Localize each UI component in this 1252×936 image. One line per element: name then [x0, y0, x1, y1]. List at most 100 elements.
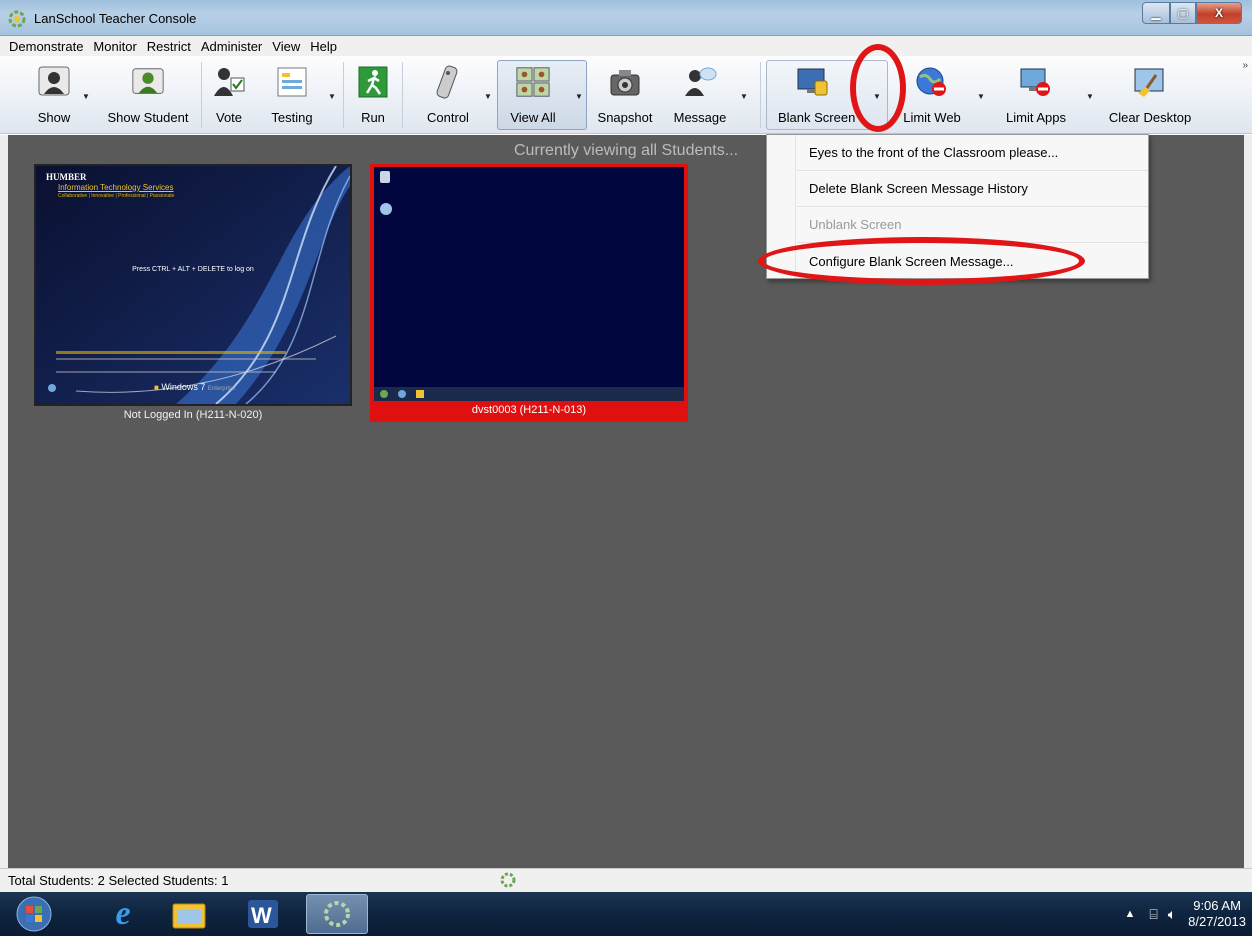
org-name: HUMBER [46, 172, 87, 182]
camera-icon [607, 62, 643, 102]
status-text: Total Students: 2 Selected Students: 1 [8, 873, 229, 888]
clear-desktop-broom-icon [1132, 62, 1168, 102]
snapshot-label: Snapshot [597, 110, 653, 125]
status-bar: Total Students: 2 Selected Students: 1 [0, 868, 1252, 892]
testing-dropdown-arrow[interactable]: ▼ [328, 92, 336, 101]
control-dropdown-arrow[interactable]: ▼ [484, 92, 492, 101]
vote-label: Vote [215, 110, 243, 125]
student-taskbar [374, 387, 684, 401]
blank-screen-icon [795, 62, 831, 102]
blank-screen-button[interactable]: Blank Screen [772, 58, 856, 130]
message-icon [682, 62, 718, 102]
taskbar-lanschool[interactable] [306, 894, 368, 934]
testing-icon [274, 62, 310, 102]
show-hidden-icons-arrow[interactable]: ▲ [1124, 908, 1135, 920]
limit-web-label: Limit Web [903, 110, 961, 125]
vote-icon [211, 62, 247, 102]
show-label: Show [37, 110, 71, 125]
message-button[interactable]: Message [671, 58, 729, 130]
blank-screen-label: Blank Screen [778, 110, 856, 125]
toolbar: Show ▼ Show Student Vote Testing ▼ Run C… [0, 56, 1252, 134]
show-student-icon [130, 62, 166, 102]
lanschool-app-icon [8, 10, 26, 28]
start-button[interactable] [4, 894, 64, 934]
student-thumbnail-selected[interactable]: dvst0003 (H211-N-013) [370, 164, 688, 422]
student-caption: Not Logged In (H211-N-020) [123, 409, 263, 421]
menu-restrict[interactable]: Restrict [142, 39, 196, 54]
menu-administer[interactable]: Administer [196, 39, 267, 54]
toolbar-separator [201, 62, 202, 128]
student-caption: dvst0003 (H211-N-013) [471, 404, 587, 416]
limit-web-dropdown-arrow[interactable]: ▼ [977, 92, 985, 101]
testing-button[interactable]: Testing [262, 58, 322, 130]
menu-view[interactable]: View [267, 39, 305, 54]
toolbar-overflow-chevron[interactable]: » [1242, 60, 1248, 71]
testing-label: Testing [271, 110, 313, 125]
windows-flag-icon: ■ [154, 383, 159, 392]
show-student-button[interactable]: Show Student [100, 58, 196, 130]
maximize-button[interactable]: ▢ [1170, 2, 1196, 24]
remote-control-icon [430, 62, 466, 102]
taskbar-internet-explorer[interactable]: e [92, 894, 154, 934]
menu-item-eyes-to-front[interactable]: Eyes to the front of the Classroom pleas… [797, 135, 1148, 171]
windows-taskbar: e W ▲ ⌸ 🔈︎ 9:06 AM 8/27/2013 [0, 892, 1252, 936]
clear-desktop-button[interactable]: Clear Desktop [1104, 58, 1196, 130]
student-start-icon [380, 390, 388, 398]
student-ie-icon [398, 390, 406, 398]
clear-desktop-label: Clear Desktop [1108, 110, 1192, 125]
menu-item-delete-history[interactable]: Delete Blank Screen Message History [797, 171, 1148, 207]
desktop-shortcut-icon [380, 203, 392, 215]
view-all-label: View All [510, 110, 556, 125]
vote-button[interactable]: Vote [206, 58, 252, 130]
annotation-circle-configure-item [758, 237, 1085, 285]
student-screen [374, 167, 684, 401]
network-icon[interactable]: ⌸ [1149, 906, 1157, 923]
close-button[interactable]: X [1196, 2, 1242, 24]
clock[interactable]: 9:06 AM 8/27/2013 [1188, 898, 1246, 930]
lanschool-icon [324, 901, 350, 927]
show-button[interactable]: Show [28, 58, 80, 130]
title-bar: LanSchool Teacher Console ▁ ▢ X [0, 0, 1252, 36]
refresh-spinner-icon [500, 872, 516, 888]
limit-apps-dropdown-arrow[interactable]: ▼ [1086, 92, 1094, 101]
run-exit-icon [355, 62, 391, 102]
window-title: LanSchool Teacher Console [34, 11, 197, 26]
control-button[interactable]: Control [420, 58, 476, 130]
snapshot-button[interactable]: Snapshot [594, 58, 656, 130]
run-button[interactable]: Run [354, 58, 392, 130]
logon-screen-background [36, 166, 350, 404]
volume-icon[interactable]: 🔈︎ [1168, 906, 1176, 923]
menu-monitor[interactable]: Monitor [88, 39, 141, 54]
menu-help[interactable]: Help [305, 39, 342, 54]
menu-demonstrate[interactable]: Demonstrate [4, 39, 88, 54]
toolbar-separator [760, 62, 761, 128]
student-folder-icon [416, 390, 424, 398]
annotation-circle-dropdown-arrow [850, 44, 906, 132]
clock-date: 8/27/2013 [1188, 914, 1246, 929]
os-label: ■ Windows 7 Enterprise [154, 382, 235, 392]
menu-bar: Demonstrate Monitor Restrict Administer … [0, 36, 1252, 56]
globe-blocked-icon [914, 62, 950, 102]
minimize-icon: ▁ [1151, 6, 1161, 20]
minimize-button[interactable]: ▁ [1142, 2, 1170, 24]
show-dropdown-arrow[interactable]: ▼ [82, 92, 90, 101]
limit-apps-label: Limit Apps [1006, 110, 1066, 125]
run-label: Run [361, 110, 385, 125]
student-thumbnail[interactable]: HUMBER Information Technology Services C… [34, 164, 352, 426]
os-edition: Enterprise [207, 386, 236, 392]
message-dropdown-arrow[interactable]: ▼ [740, 92, 748, 101]
limit-apps-button[interactable]: Limit Apps [998, 58, 1074, 130]
toolbar-separator [343, 62, 344, 128]
os-name: Windows 7 [161, 382, 206, 392]
taskbar-word[interactable]: W [232, 894, 294, 934]
view-all-dropdown-arrow[interactable]: ▼ [575, 92, 583, 101]
control-label: Control [427, 110, 469, 125]
limit-web-button[interactable]: Limit Web [896, 58, 968, 130]
view-all-button[interactable]: View All [500, 58, 566, 130]
recycle-bin-icon [380, 171, 390, 183]
show-icon [36, 62, 72, 102]
dept-name: Information Technology Services [58, 183, 174, 192]
taskbar-file-explorer[interactable] [158, 894, 220, 934]
maximize-icon: ▢ [1177, 6, 1189, 20]
message-label: Message [673, 110, 727, 125]
